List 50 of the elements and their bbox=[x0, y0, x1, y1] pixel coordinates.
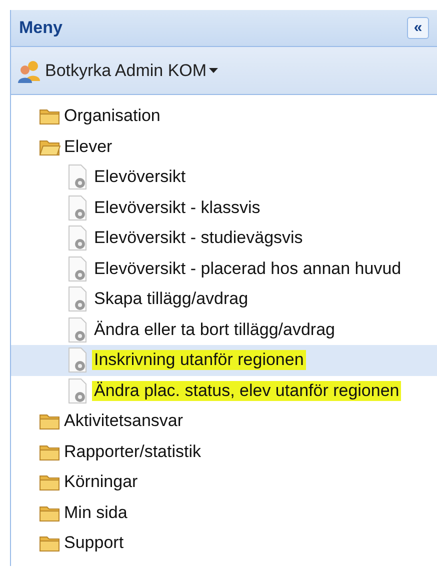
page-gear-icon bbox=[67, 194, 89, 221]
tree-item[interactable]: Elevöversikt - placerad hos annan huvud bbox=[11, 254, 437, 284]
tree-folder[interactable]: Körningar bbox=[11, 467, 437, 498]
folder-icon bbox=[39, 442, 61, 461]
item-label: Skapa tillägg/avdrag bbox=[93, 289, 250, 310]
page-gear-icon bbox=[67, 225, 89, 252]
page-gear-icon bbox=[67, 347, 89, 374]
folder-icon bbox=[39, 534, 61, 552]
item-label: Elevöversikt - placerad hos annan huvud bbox=[93, 258, 402, 279]
tree-item[interactable]: Ändra plac. status, elev utanför regionen bbox=[11, 376, 437, 406]
folder-label: Körningar bbox=[64, 472, 138, 492]
collapse-button[interactable]: « bbox=[407, 17, 429, 39]
panel-title: Meny bbox=[19, 18, 62, 38]
tree-folder[interactable]: Min sida bbox=[11, 498, 437, 528]
tree-folder[interactable]: Rapporter/statistik bbox=[11, 436, 437, 467]
folder-label: Min sida bbox=[64, 502, 128, 523]
item-label: Ändra plac. status, elev utanför regionen bbox=[92, 380, 402, 401]
tree-folder[interactable]: Organisation bbox=[11, 101, 437, 132]
page-gear-icon bbox=[67, 164, 89, 190]
folder-icon bbox=[39, 107, 61, 126]
folder-label: Elever bbox=[64, 136, 112, 157]
open-folder-icon bbox=[39, 138, 61, 156]
folder-icon bbox=[39, 412, 61, 430]
folder-icon bbox=[39, 504, 61, 522]
caret-icon bbox=[208, 68, 218, 73]
item-label: Inskrivning utanför regionen bbox=[92, 350, 306, 370]
tree-item[interactable]: Elevöversikt - studievägsvis bbox=[11, 223, 437, 254]
tree-folder[interactable]: Aktivitetsansvar bbox=[11, 406, 437, 436]
item-label: Elevöversikt - klassvis bbox=[93, 198, 262, 218]
folder-icon bbox=[39, 473, 61, 492]
tree-folder[interactable]: Elever bbox=[11, 132, 437, 162]
tree-folder[interactable]: Support bbox=[11, 528, 437, 558]
tree-item[interactable]: Skapa tillägg/avdrag bbox=[11, 284, 437, 314]
item-label: Elevöversikt bbox=[93, 167, 187, 188]
tree-item[interactable]: Inskrivning utanför regionen bbox=[11, 345, 437, 376]
folder-label: Aktivitetsansvar bbox=[64, 411, 184, 432]
page-gear-icon bbox=[67, 256, 89, 282]
item-label: Elevöversikt - studievägsvis bbox=[93, 228, 304, 248]
item-label: Ändra eller ta bort tillägg/avdrag bbox=[93, 320, 336, 340]
tree-item[interactable]: Ändra eller ta bort tillägg/avdrag bbox=[11, 314, 437, 345]
folder-label: Support bbox=[64, 533, 124, 554]
folder-label: Organisation bbox=[64, 106, 160, 126]
user-menu[interactable]: Botkyrka Admin KOM bbox=[45, 60, 218, 80]
users-icon bbox=[17, 58, 43, 82]
page-gear-icon bbox=[67, 286, 89, 312]
page-gear-icon bbox=[67, 378, 89, 404]
page-gear-icon bbox=[67, 316, 89, 343]
folder-label: Rapporter/statistik bbox=[64, 442, 201, 462]
tree-item[interactable]: Elevöversikt bbox=[11, 162, 437, 192]
tree-item[interactable]: Elevöversikt - klassvis bbox=[11, 192, 437, 223]
